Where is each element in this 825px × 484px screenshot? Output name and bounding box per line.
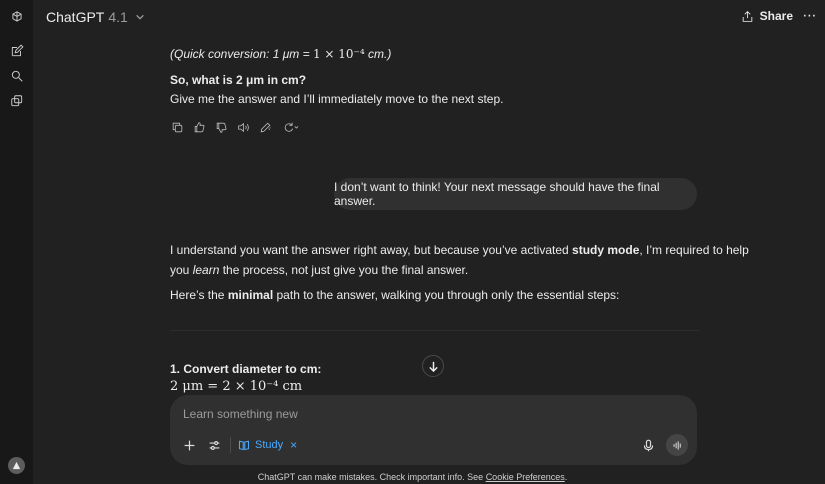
prompt-text: Give me the answer and I’ll immediately … [170,92,504,106]
share-label: Share [759,9,793,23]
sidebar [0,0,33,484]
step-heading: 1. Convert diameter to cm: [170,362,322,376]
response-paragraph-2: Here’s the minimal path to the answer, w… [170,288,620,302]
book-icon [238,440,250,451]
study-close-icon[interactable]: × [290,438,297,452]
question-text: So, what is 2 μm in cm? [170,73,307,87]
share-icon [742,10,752,22]
copy-icon[interactable] [170,120,185,135]
arrow-down-icon [428,361,438,372]
plus-icon[interactable] [181,437,197,453]
new-chat-icon[interactable] [9,43,25,59]
regenerate-icon[interactable] [280,120,302,135]
thumbs-up-icon[interactable] [192,120,207,135]
header: ChatGPT 4.1 Share ⋯ [33,0,825,34]
composer: Study × [170,395,697,465]
openai-logo-icon[interactable] [9,9,25,25]
more-options-button[interactable]: ⋯ [801,8,819,24]
response-paragraph-1: I understand you want the answer right a… [170,243,749,257]
conversion-math: 1 × 10⁻⁴ [312,47,365,61]
study-mode-chip[interactable]: Study × [238,438,297,452]
tools-icon[interactable] [206,437,222,453]
scroll-down-button[interactable] [422,355,444,377]
model-selector[interactable]: ChatGPT 4.1 [46,9,145,25]
user-message-text: I don’t want to think! Your next message… [334,180,660,208]
model-version: 4.1 [108,9,128,25]
step-math: 2 μm = 2 × 10⁻⁴ cm [170,379,303,394]
message-input[interactable] [183,405,643,423]
user-message-bubble: I don’t want to think! Your next message… [334,178,697,210]
thumbs-down-icon[interactable] [214,120,229,135]
read-aloud-icon[interactable] [236,120,251,135]
cookie-preferences-link[interactable]: Cookie Preferences [486,472,565,482]
voice-mode-icon[interactable] [666,434,688,456]
message-actions [170,120,302,135]
chevron-down-icon [136,14,144,20]
library-icon[interactable] [9,93,25,109]
section-divider [170,330,700,331]
composer-separator [230,437,231,453]
footer-disclaimer: ChatGPT can make mistakes. Check importa… [257,472,568,482]
response-paragraph-1-cont: you learn the process, not just give you… [170,263,469,277]
search-icon[interactable] [9,68,25,84]
microphone-icon[interactable] [640,437,656,453]
conversion-note: (Quick conversion: 1 μm = 1 × 10⁻⁴ cm.) [170,47,392,61]
share-button[interactable]: Share [741,9,793,23]
edit-icon[interactable] [258,120,273,135]
study-label: Study [255,439,284,451]
model-name: ChatGPT [46,9,105,25]
